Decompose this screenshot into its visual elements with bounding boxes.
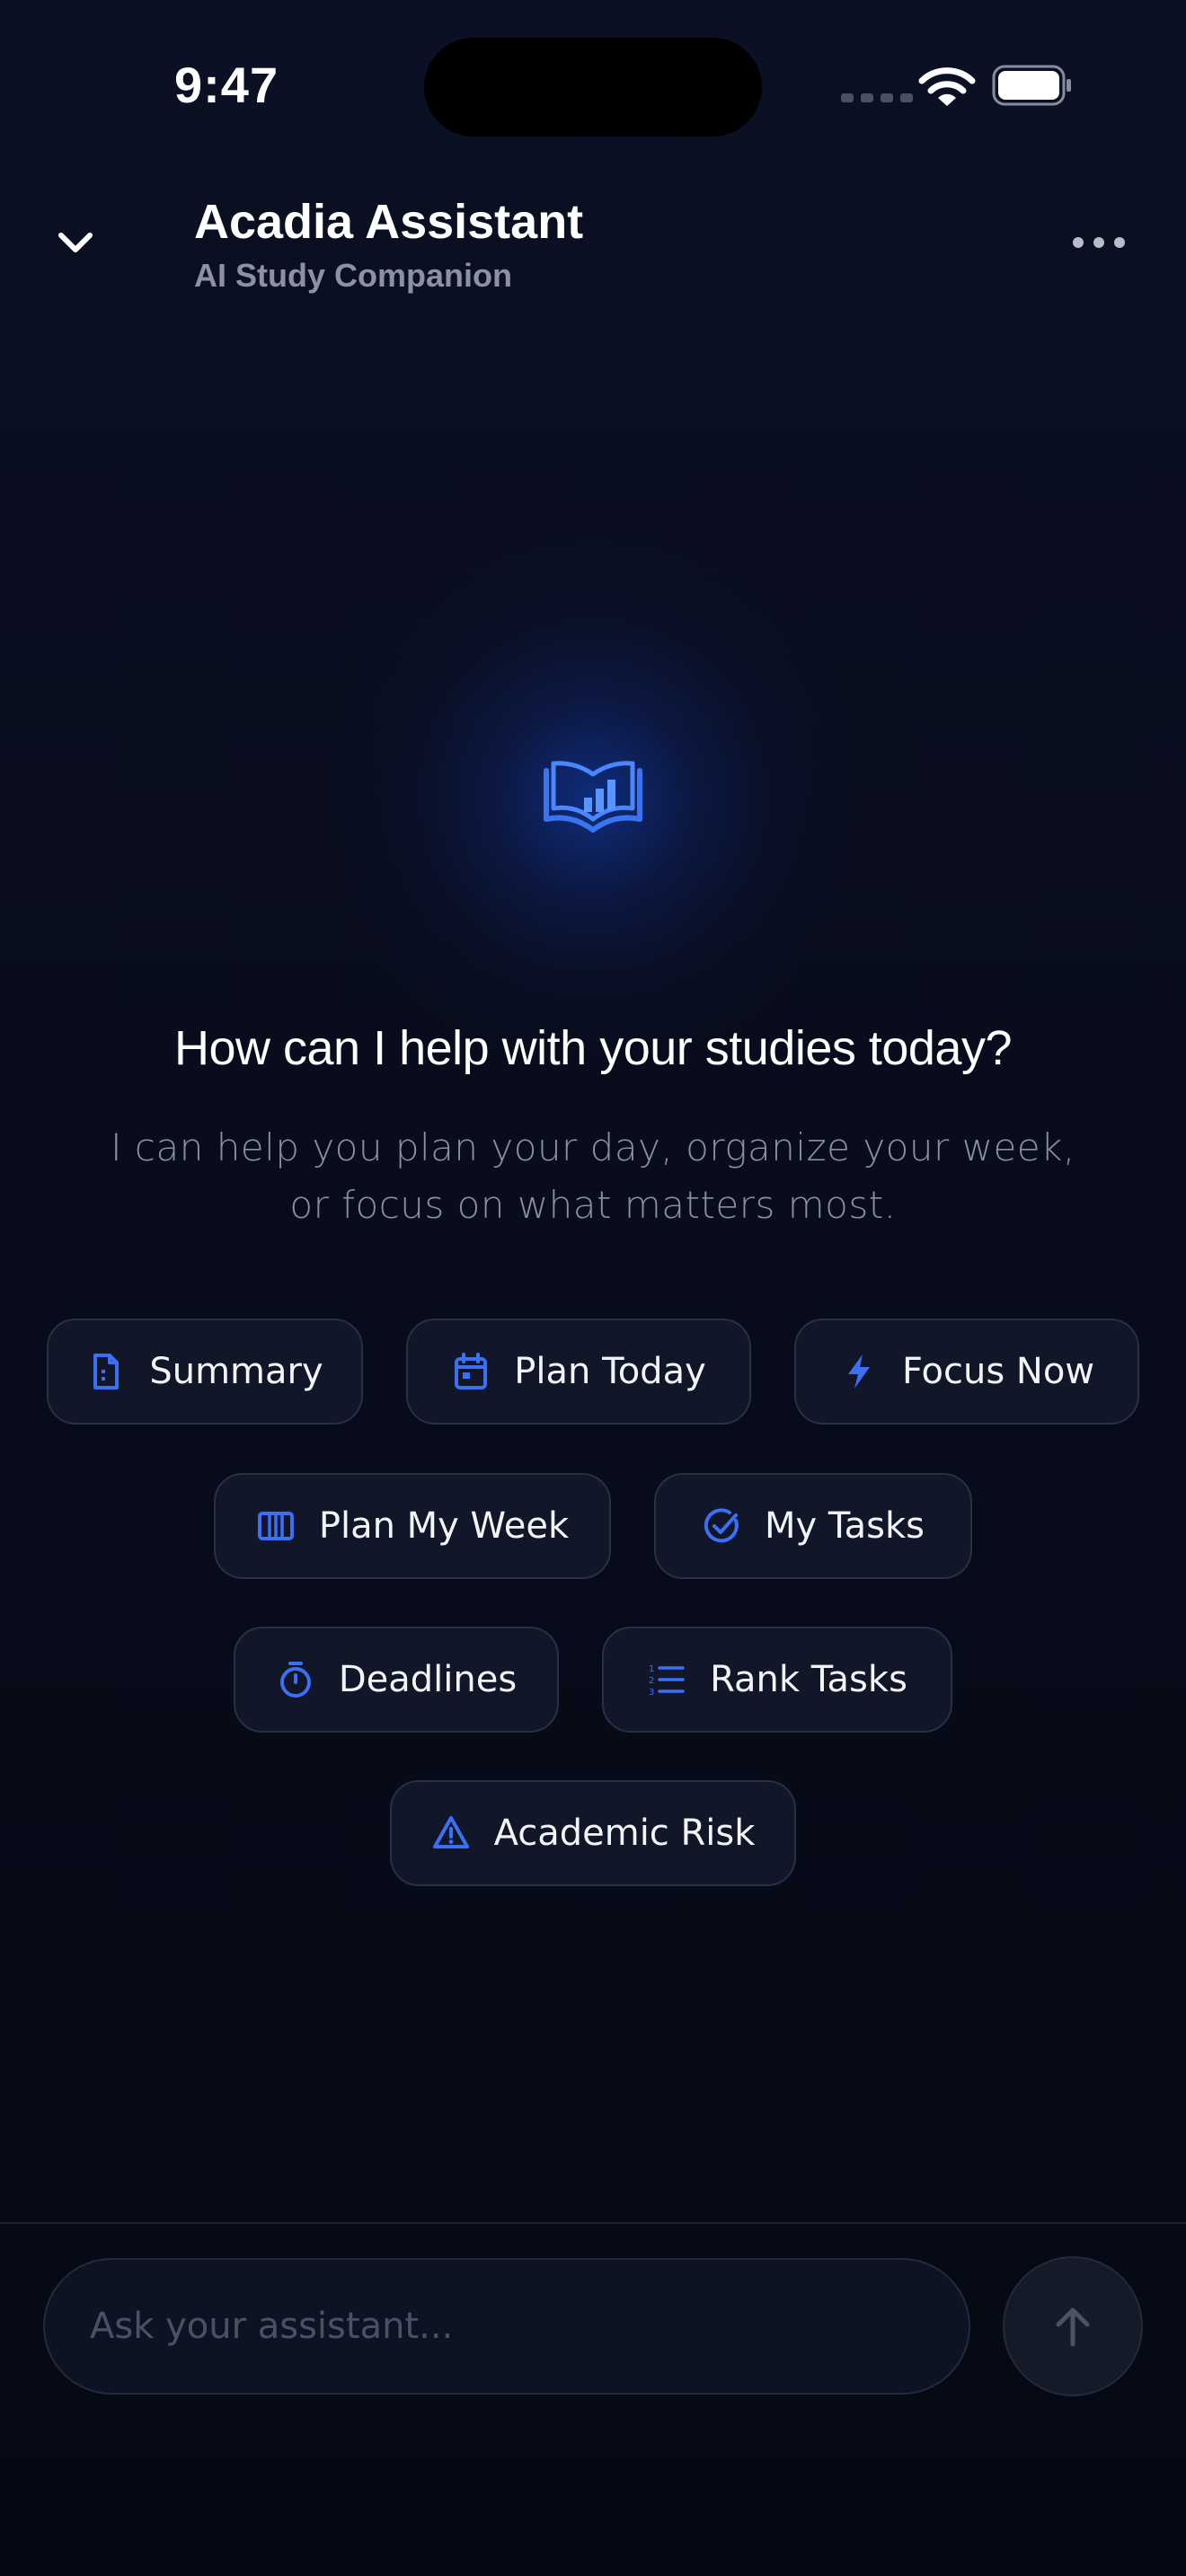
calendar-icon — [455, 1353, 488, 1389]
hero-headline: How can I help with your studies today? — [173, 1021, 1013, 1075]
chip-rank-tasks[interactable]: 1 2 3 Rank Tasks — [602, 1627, 952, 1733]
chip-focus-now[interactable]: Focus Now — [794, 1319, 1139, 1425]
svg-text:1: 1 — [649, 1664, 654, 1674]
chip-label: Plan My Week — [318, 1505, 570, 1547]
book-chart-icon — [544, 761, 642, 833]
hero-description: I can help you plan your day, organize y… — [0, 1119, 1186, 1234]
hero-description-line-2: or focus on what matters most. — [289, 1183, 897, 1227]
stopwatch-icon — [279, 1662, 311, 1698]
chip-label: My Tasks — [764, 1505, 925, 1547]
chip-label: Plan Today — [514, 1351, 706, 1392]
check-circle-icon — [704, 1508, 739, 1543]
status-time: 9:47 — [174, 57, 279, 113]
chip-summary[interactable]: Summary — [47, 1319, 363, 1425]
warning-triangle-icon — [432, 1816, 469, 1848]
chip-label: Deadlines — [338, 1659, 518, 1700]
composer-divider — [0, 2222, 1186, 2224]
document-icon — [93, 1354, 119, 1389]
chip-academic-risk[interactable]: Academic Risk — [390, 1780, 796, 1886]
send-button[interactable] — [1003, 2256, 1143, 2396]
cellular-signal-icon — [841, 93, 913, 102]
week-columns-icon — [257, 1512, 294, 1540]
chip-label: Summary — [149, 1351, 323, 1392]
header-subtitle: AI Study Companion — [194, 257, 512, 294]
svg-text:3: 3 — [649, 1688, 654, 1698]
chip-plan-today[interactable]: Plan Today — [406, 1319, 751, 1425]
chip-plan-my-week[interactable]: Plan My Week — [214, 1473, 611, 1579]
chip-my-tasks[interactable]: My Tasks — [654, 1473, 972, 1579]
chip-label: Focus Now — [901, 1351, 1095, 1392]
dynamic-island — [424, 38, 762, 137]
collapse-chevron-down-icon[interactable] — [49, 216, 102, 269]
chip-label: Rank Tasks — [710, 1659, 907, 1700]
arrow-up-icon — [1056, 2307, 1090, 2347]
more-options-icon[interactable] — [1069, 225, 1128, 260]
chip-label: Academic Risk — [493, 1813, 756, 1854]
lightning-icon — [847, 1354, 870, 1389]
wifi-icon — [918, 67, 976, 106]
hero-description-line-1: I can help you plan your day, organize y… — [111, 1125, 1075, 1169]
header-title: Acadia Assistant — [194, 195, 584, 249]
assistant-screen: 9:47 Acadia Assistant AI Study Companion… — [0, 0, 1186, 2576]
battery-icon — [992, 65, 1071, 106]
ask-assistant-input[interactable] — [43, 2258, 970, 2395]
chip-deadlines[interactable]: Deadlines — [234, 1627, 559, 1733]
numbered-list-icon: 1 2 3 — [649, 1664, 685, 1698]
svg-text:2: 2 — [649, 1676, 654, 1686]
